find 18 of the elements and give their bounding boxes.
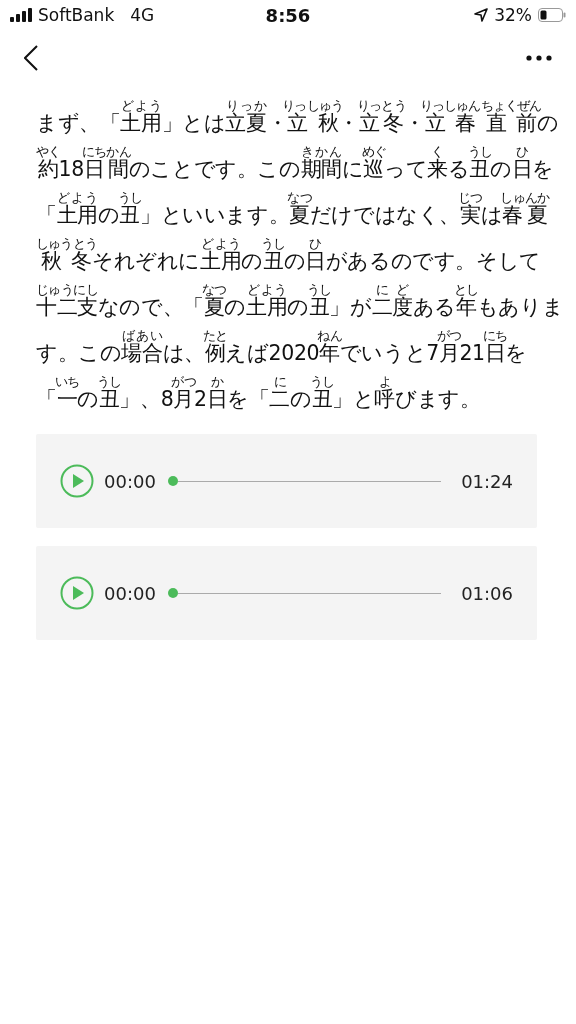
battery-icon — [538, 8, 566, 22]
elapsed-time: 00:00 — [104, 582, 156, 604]
clock-time: 8:56 — [265, 4, 311, 26]
article-paragraph: まず、「土用 どよう 」とは立夏 りっか ・立秋 りっしゅう ・立冬 りっとう ・立春直前 りっしゅんちょくぜん の 約 やく 18日間 にちかん のことです。この期間 きかん に巡 めぐ って来 く る丑 うし の 日 ひ を 「土用 どよう の丑 うし 」といいます。夏 なつ だけではなく、実 じつ は春夏 しゅんか 秋冬 しゅうとう それぞれに土用 どよう の丑 うし の日 ひ があるのです。そして 十二支 じゅうにし なので、「夏 なつ の土用 どよう の丑 うし 」が二度 にど ある年 とし もあり ます。この場合 ばあい は、例 たと えば2020年 ねん でいうと7月 がつ 21日 にち を 「一 いち の丑 うし 」、8月 がつ 2 日 か を「二 に の丑 うし 」と 呼 よ びます。 — [36, 100, 564, 413]
progress-thumb[interactable] — [167, 588, 178, 598]
back-icon[interactable] — [24, 45, 38, 71]
progress-thumb[interactable] — [167, 476, 178, 486]
elapsed-time: 00:00 — [104, 470, 156, 492]
signal-icon — [10, 8, 32, 22]
carrier-name: SoftBank — [38, 5, 115, 25]
battery-percent: 32% — [494, 5, 532, 25]
duration-time: 01:24 — [461, 470, 513, 492]
more-icon[interactable] — [526, 55, 552, 61]
network-type: 4G — [130, 5, 155, 25]
play-icon[interactable] — [60, 576, 94, 610]
play-icon[interactable] — [60, 464, 94, 498]
location-icon — [474, 8, 489, 22]
duration-time: 01:06 — [461, 582, 513, 604]
